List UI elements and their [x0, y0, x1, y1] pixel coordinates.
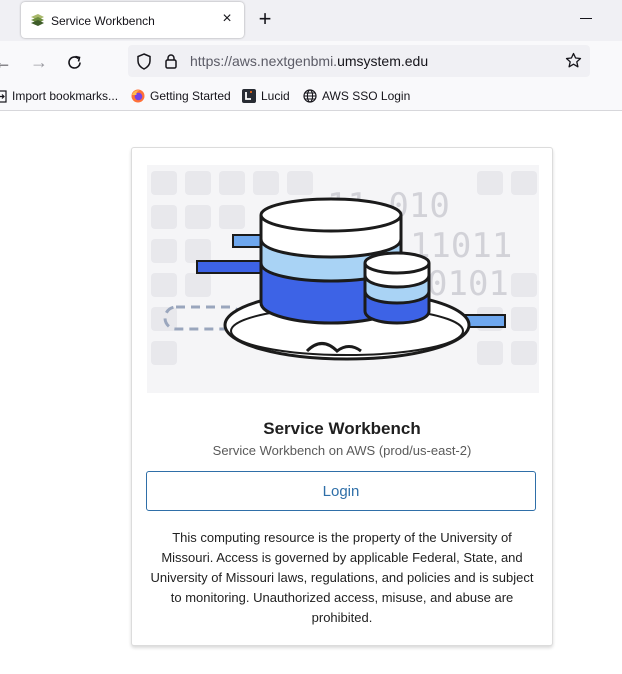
page-subtitle: Service Workbench on AWS (prod/us-east-2… [212, 443, 472, 458]
legal-notice: This computing resource is the property … [150, 530, 534, 625]
back-arrow-icon[interactable]: ← [0, 53, 12, 71]
globe-icon [303, 89, 317, 103]
url-text[interactable]: https://aws.nextgenbmi.umsystem.edu [190, 53, 428, 69]
tab-service-workbench[interactable]: Service Workbench × [21, 2, 244, 38]
url-domain: umsystem.edu [337, 53, 429, 69]
minimize-button[interactable] [580, 18, 592, 19]
bookmark-label: Lucid [261, 89, 290, 103]
navigation-bar: ← → https://aws.nextgenbmi.umsystem.edu [0, 41, 622, 84]
reload-icon[interactable] [66, 54, 83, 71]
url-bar[interactable]: https://aws.nextgenbmi.umsystem.edu [128, 45, 590, 77]
binary-text: 0101 [427, 264, 509, 304]
bookmarks-toolbar: Import bookmarks... Getting Started Luci… [0, 84, 622, 111]
new-tab-button[interactable]: + [254, 8, 276, 30]
forward-arrow-icon[interactable]: → [30, 53, 48, 71]
lucid-icon [242, 89, 256, 103]
tab-strip: Service Workbench × + [0, 0, 622, 41]
bookmark-label: Import bookmarks... [12, 89, 119, 103]
lock-icon[interactable] [164, 53, 178, 69]
bookmark-getting-started[interactable]: Getting Started [131, 89, 231, 103]
bookmark-label: Getting Started [150, 89, 231, 103]
bookmark-aws-sso-login[interactable]: AWS SSO Login [303, 89, 410, 103]
shield-icon[interactable] [136, 53, 152, 70]
bookmark-star-icon[interactable] [565, 52, 582, 69]
page-title: Service Workbench [263, 419, 421, 438]
firefox-icon [131, 89, 145, 103]
workbench-favicon-icon [31, 14, 44, 26]
url-prefix: https://aws.nextgenbmi. [190, 53, 338, 69]
bookmark-lucid[interactable]: Lucid [242, 89, 290, 103]
tab-title: Service Workbench [51, 14, 155, 28]
login-button[interactable]: Login [146, 471, 536, 511]
bookmark-import[interactable]: Import bookmarks... [0, 89, 118, 103]
login-card: 11 010 0111011 0101 Service Workbench Se… [131, 147, 553, 646]
database-illustration: 11 010 0111011 0101 [147, 165, 539, 393]
tab-close-icon[interactable]: × [218, 10, 236, 28]
import-icon [0, 90, 7, 103]
bookmark-label: AWS SSO Login [322, 89, 411, 103]
